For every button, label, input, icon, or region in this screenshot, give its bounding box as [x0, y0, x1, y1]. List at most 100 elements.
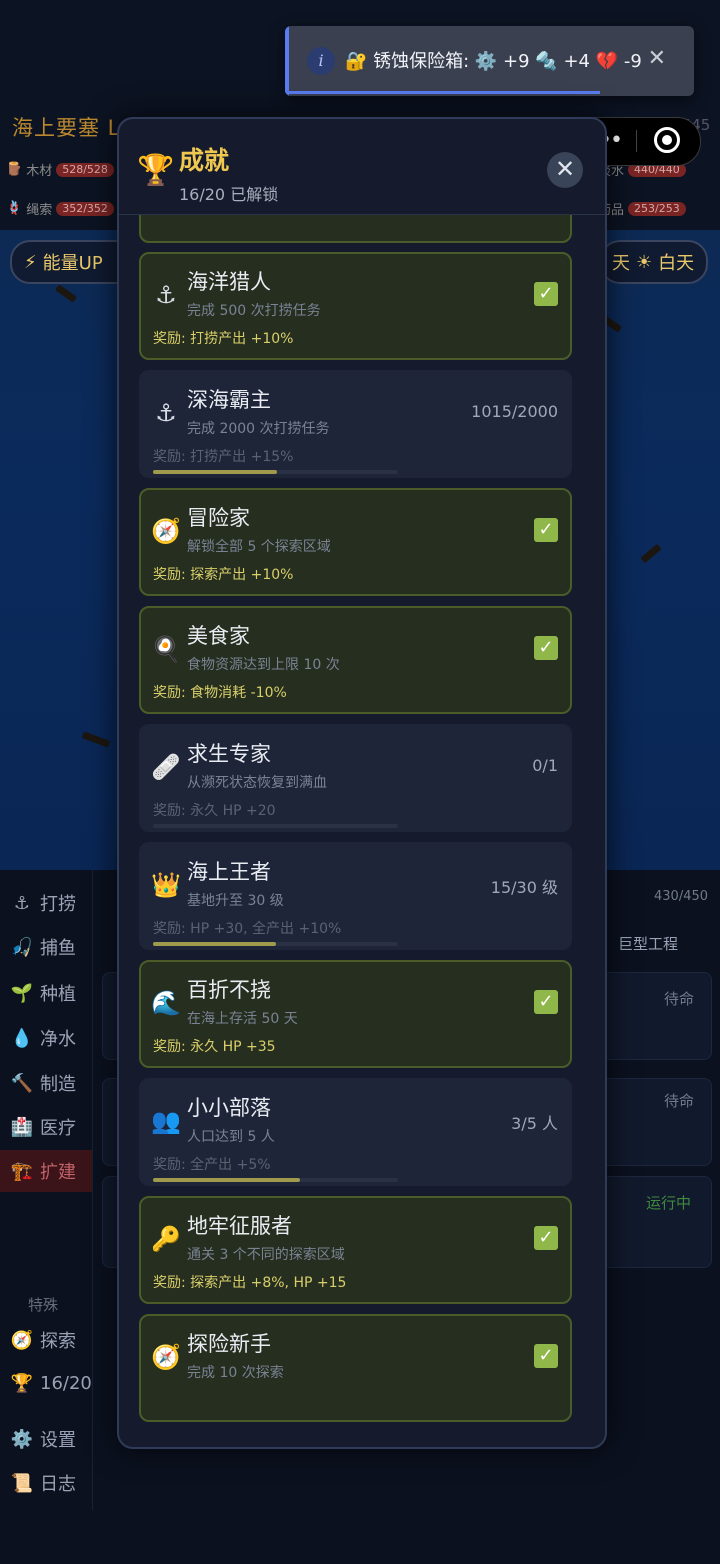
achievement-name: 海洋猎人 — [187, 270, 271, 294]
side-item-purify[interactable]: 💧 净水 — [10, 1025, 76, 1051]
achievement-name: 百折不挠 — [187, 978, 271, 1002]
achievements-modal: 🏆 成就 16/20 已解锁 ✕ ⚓ 海洋猎人 完成 500 次打捞任务 奖励: 打捞… — [117, 117, 607, 1449]
wood-icon: 🪵 — [6, 162, 23, 177]
achievement-reward: 奖励: 打捞产出 +10% — [153, 331, 294, 347]
side-item-explore[interactable]: 🧭 探索 — [10, 1327, 76, 1353]
progress-track — [153, 824, 398, 828]
achievement-icon: ⚓ — [155, 281, 177, 309]
achievement-name: 冒险家 — [187, 506, 250, 530]
fishing-icon: 🎣 — [10, 936, 34, 958]
achievement-card: 🌊 百折不挠 在海上存活 50 天奖励: 永久 HP +35 ✓ — [139, 960, 572, 1068]
base-title: 海上要塞 Lv — [12, 116, 134, 140]
unlock-count: 16/20 已解锁 — [179, 185, 279, 204]
achievement-name: 地牢征服者 — [187, 1214, 292, 1238]
achievement-reward: 奖励: 永久 HP +35 — [153, 1039, 276, 1055]
scroll-icon: 📜 — [10, 1472, 34, 1494]
achievement-card: 🍳 美食家 食物资源达到上限 10 次奖励: 食物消耗 -10% ✓ — [139, 606, 572, 714]
rope-icon: 🪢 — [6, 201, 23, 216]
resource-rope: 🪢 绳索 352/352 — [6, 199, 114, 218]
hospital-icon: 🏥 — [10, 1116, 34, 1138]
achievement-name: 深海霸主 — [187, 388, 271, 412]
achievement-desc: 通关 3 个不同的探索区域 — [187, 1247, 345, 1263]
achievement-card-partial — [139, 215, 572, 243]
side-item-salvage[interactable]: ⚓ 打捞 — [10, 890, 76, 916]
side-item-expand[interactable]: 🏗️ 扩建 — [0, 1150, 92, 1192]
achievement-card: 🩹 求生专家 从濒死状态恢复到满血 奖励: 永久 HP +20 0/1 — [139, 724, 572, 832]
progress-fill — [153, 942, 276, 946]
progress-fill — [153, 1178, 300, 1182]
achievement-desc: 完成 500 次打捞任务 — [187, 303, 321, 319]
achievement-desc: 基地升至 30 级 — [187, 893, 284, 909]
resource-bar: 253/253 — [628, 201, 686, 216]
side-item-log[interactable]: 📜 日志 — [10, 1470, 76, 1496]
trophy-icon: 🏆 — [10, 1373, 34, 1394]
achievement-icon: 🩹 — [151, 753, 181, 781]
side-item-label: 净水 — [40, 1029, 76, 1050]
achievement-card: 👑 海上王者 基地升至 30 级奖励: HP +30, 全产出 +10% 15/30 … — [139, 842, 572, 950]
resource-bar: 352/352 — [56, 201, 114, 216]
side-item-label: 扩建 — [40, 1162, 76, 1183]
achievement-reward: 奖励: 打捞产出 +15% — [153, 449, 294, 465]
progress-track — [153, 1178, 398, 1182]
checkmark-icon: ✓ — [534, 636, 558, 660]
achievement-card: 👥 小小部落 人口达到 5 人奖励: 全产出 +5% 3/5 人 — [139, 1078, 572, 1186]
achievement-desc: 食物资源达到上限 10 次 — [187, 657, 340, 673]
side-item-planting[interactable]: 🌱 种植 — [10, 980, 76, 1006]
achievement-reward: 奖励: 全产出 +5% — [153, 1157, 271, 1173]
side-special-header: 特殊 — [28, 1296, 59, 1314]
close-program-icon[interactable] — [654, 127, 680, 153]
resource-medicine: 药品 253/253 — [598, 199, 686, 218]
achievement-card: 🧭 探险新手 完成 10 次探索 ✓ — [139, 1314, 572, 1422]
achievement-card: 🔑 地牢征服者 通关 3 个不同的探索区域 奖励: 探索产出 +8%, HP +15 ✓ — [139, 1196, 572, 1304]
achievement-name: 求生专家 — [187, 742, 271, 766]
daytime-pill[interactable]: 天 ☀ 白天 — [600, 240, 708, 284]
hp-value: 430/450 — [654, 889, 709, 904]
achievement-card: ⚓ 海洋猎人完成 500 次打捞任务奖励: 打捞产出 +10% ✓ — [139, 252, 572, 360]
tab-mega-project[interactable]: 巨型工程 — [618, 933, 678, 954]
achievement-icon: 👥 — [151, 1107, 181, 1135]
side-item-settings[interactable]: ⚙️ 设置 — [10, 1426, 76, 1452]
achievement-name: 探险新手 — [187, 1332, 271, 1356]
achievement-progress: 3/5 人 — [511, 1114, 558, 1133]
status-pending: 待命 — [664, 990, 695, 1008]
progress-fill — [153, 470, 278, 474]
achievement-icon: 👑 — [151, 871, 181, 899]
side-item-achievements[interactable]: 🏆 16/20 — [10, 1373, 92, 1394]
resource-wood: 🪵 木材 528/528 — [6, 160, 114, 179]
achievement-desc: 完成 10 次探索 — [187, 1365, 284, 1381]
achievement-list[interactable]: ⚓ 海洋猎人 完成 500 次打捞任务 奖励: 打捞产出 +10% ✓ ⚓ 深海霸主 完成 2… — [119, 215, 605, 1427]
achievement-progress: 1015/2000 — [471, 402, 558, 421]
achievement-card: ⚓ 深海霸主 完成 2000 次打捞任务 奖励: 打捞产出 +15% 1015/2000 — [139, 370, 572, 478]
achievement-progress: 0/1 — [532, 756, 558, 775]
achievement-icon: 🧭 — [151, 517, 181, 545]
achievement-name: 美食家 — [187, 624, 250, 648]
side-item-label: 16/20 — [40, 1373, 92, 1394]
modal-title: 成就 — [179, 146, 230, 175]
side-item-label: 种植 — [40, 984, 76, 1005]
achievement-icon: 🔑 — [151, 1225, 181, 1253]
achievement-reward: 奖励: HP +30, 全产出 +10% — [153, 921, 342, 937]
droplet-icon: 💧 — [10, 1027, 34, 1049]
achievement-desc: 从濒死状态恢复到满血 — [187, 775, 327, 791]
achievement-name: 海上王者 — [187, 860, 271, 884]
checkmark-icon: ✓ — [534, 990, 558, 1014]
side-item-label: 捕鱼 — [40, 938, 76, 959]
toast-accent-bar — [285, 26, 289, 96]
toast-notification: i 🔐 锈蚀保险箱: ⚙️ +9 🔩 +4 💔 -9 ✕ — [285, 26, 694, 96]
status-running: 运行中 — [646, 1194, 692, 1212]
day-label: 天 — [612, 253, 630, 274]
side-item-label: 探索 — [40, 1331, 76, 1352]
modal-close-button[interactable]: ✕ — [547, 152, 583, 188]
side-item-craft[interactable]: 🔨 制造 — [10, 1070, 76, 1096]
toast-close-icon[interactable]: ✕ — [648, 46, 666, 71]
resource-bar: 528/528 — [56, 162, 114, 177]
lightning-icon: ⚡ — [24, 251, 37, 273]
status-pending: 待命 — [664, 1092, 695, 1110]
achievement-icon: ⚓ — [155, 399, 177, 427]
achievement-name: 小小部落 — [187, 1096, 271, 1120]
checkmark-icon: ✓ — [534, 282, 558, 306]
side-item-fishing[interactable]: 🎣 捕鱼 — [10, 934, 76, 960]
side-item-medical[interactable]: 🏥 医疗 — [10, 1114, 76, 1140]
achievement-desc: 解锁全部 5 个探索区域 — [187, 539, 331, 555]
checkmark-icon: ✓ — [534, 1344, 558, 1368]
